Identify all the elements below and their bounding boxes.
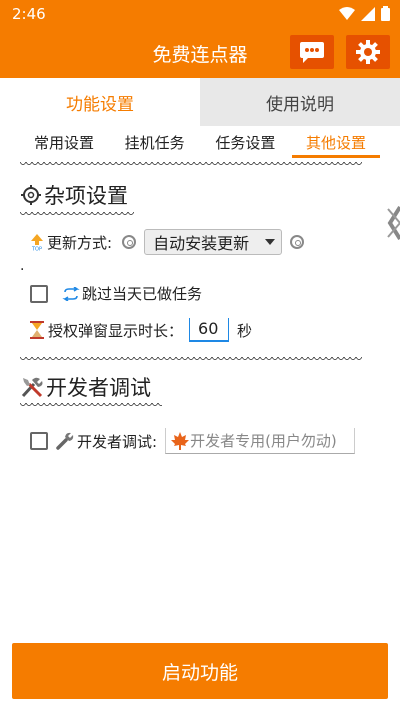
dev-debug-row: 开发者调试: 开发者专用(用户勿动) xyxy=(30,428,356,454)
skip-task-checkbox[interactable] xyxy=(30,284,48,303)
signal-icon xyxy=(361,6,375,21)
divider-2 xyxy=(20,357,362,363)
misc-section-label: 杂项设置 xyxy=(44,184,128,208)
hourglass-icon xyxy=(30,321,44,339)
tab-function-settings[interactable]: 功能设置 xyxy=(0,78,200,126)
top-arrow-icon: TOP xyxy=(31,234,43,252)
section-underline xyxy=(20,212,134,218)
update-row: TOP 更新方式: 自动安装更新 xyxy=(30,229,305,255)
chat-button[interactable] xyxy=(290,35,334,69)
dev-debug-input[interactable]: 开发者专用(用户勿动) xyxy=(165,428,356,454)
dev-section-title: 开发者调试 xyxy=(20,372,151,402)
update-method-value: 自动安装更新 xyxy=(153,234,250,253)
settings-outline-icon xyxy=(21,185,41,205)
side-drag-handle-icon[interactable] xyxy=(386,205,400,241)
skip-task-row: 跳过当天已做任务 xyxy=(30,283,202,304)
dev-debug-label: 开发者调试: xyxy=(77,432,158,451)
status-bar: 2:46 xyxy=(0,0,400,28)
update-method-select[interactable]: 自动安装更新 xyxy=(144,229,283,255)
tab-instructions[interactable]: 使用说明 xyxy=(200,78,400,126)
settings-button[interactable] xyxy=(346,35,390,69)
auth-duration-label: 授权弹窗显示时长： xyxy=(48,321,184,340)
subtab-idle-tasks[interactable]: 挂机任务 xyxy=(111,126,199,158)
app-bar: 免费连点器 xyxy=(0,28,400,78)
wrench-icon xyxy=(56,432,74,450)
dev-debug-checkbox[interactable] xyxy=(30,432,48,450)
divider xyxy=(20,162,362,168)
maple-leaf-icon xyxy=(171,431,190,450)
auth-duration-unit: 秒 xyxy=(237,321,253,340)
update-label: 更新方式: xyxy=(47,233,113,252)
subtab-other-settings[interactable]: 其他设置 xyxy=(291,126,380,158)
start-button[interactable]: 启动功能 xyxy=(12,643,388,699)
subtab-common-settings[interactable]: 常用设置 xyxy=(20,126,108,158)
refresh-icon xyxy=(62,286,80,301)
sub-tabs: 常用设置 挂机任务 任务设置 其他设置 xyxy=(20,126,380,158)
misc-section-title: 杂项设置 xyxy=(20,180,128,210)
dev-debug-placeholder: 开发者专用(用户勿动) xyxy=(190,432,337,450)
section-underline-2 xyxy=(20,403,162,409)
skip-task-label: 跳过当天已做任务 xyxy=(82,285,203,303)
main-tabs: 功能设置 使用说明 xyxy=(0,78,400,126)
chevron-down-icon xyxy=(265,239,276,245)
update-radio-right[interactable] xyxy=(290,235,305,249)
battery-icon xyxy=(381,6,390,21)
gear-icon xyxy=(356,40,380,64)
auth-duration-row: 授权弹窗显示时长： 60 秒 xyxy=(30,318,252,342)
chat-bubble-icon xyxy=(300,42,324,63)
subtab-task-settings[interactable]: 任务设置 xyxy=(201,126,289,158)
tools-icon xyxy=(21,377,43,398)
dot-text: . xyxy=(20,258,25,274)
wifi-icon xyxy=(339,6,355,20)
auth-duration-input[interactable]: 60 xyxy=(189,318,230,342)
update-radio-left[interactable] xyxy=(122,235,137,249)
svg-text:TOP: TOP xyxy=(31,247,42,252)
dev-section-label: 开发者调试 xyxy=(46,376,151,400)
status-time: 2:46 xyxy=(12,5,46,23)
app-title: 免费连点器 xyxy=(152,44,248,66)
